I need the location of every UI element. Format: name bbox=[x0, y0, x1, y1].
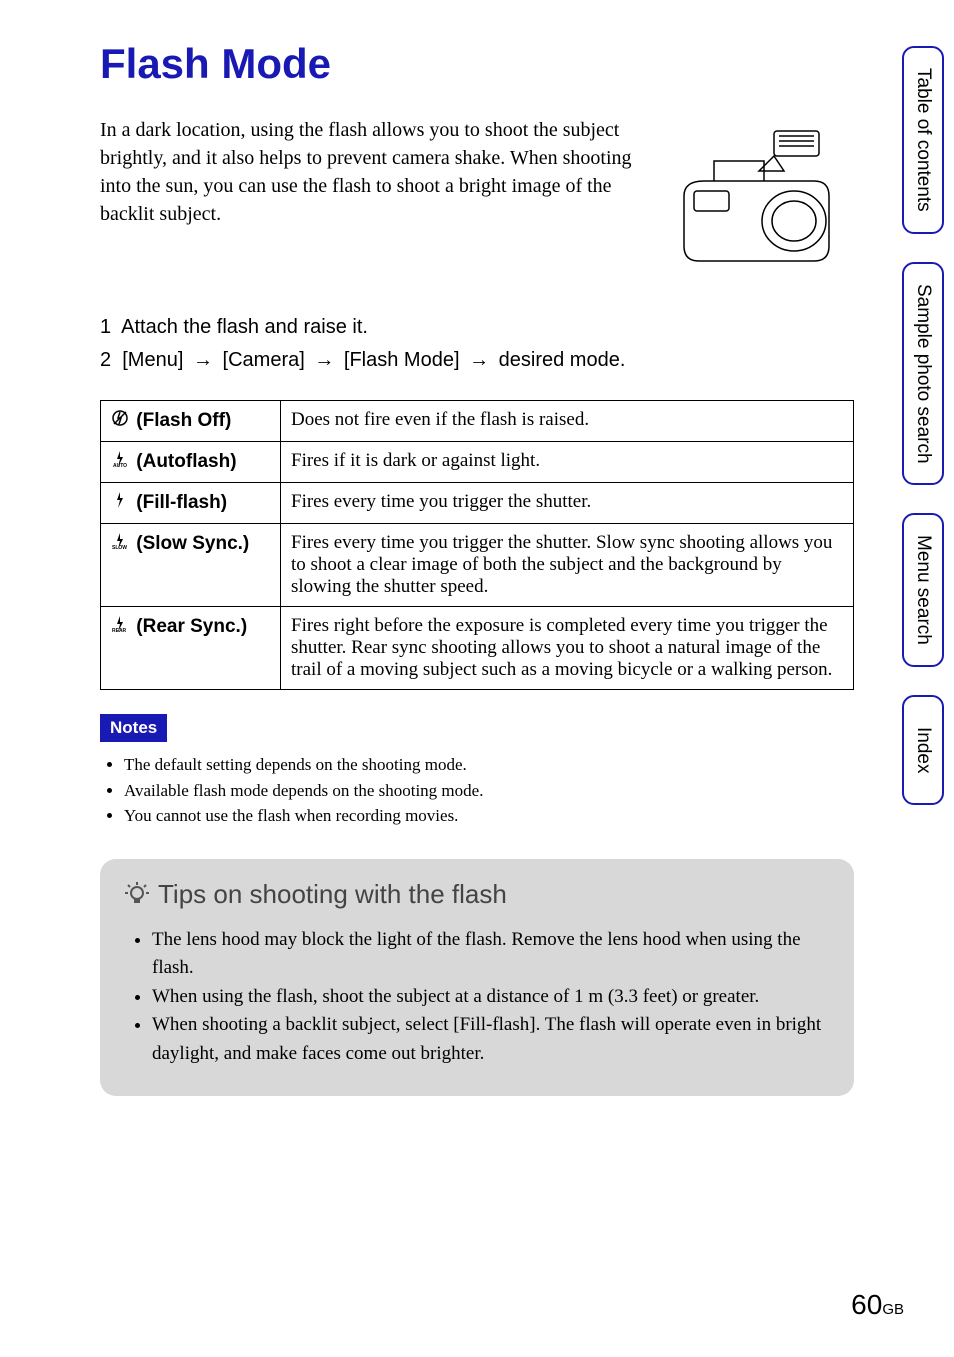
page-number-suffix: GB bbox=[882, 1301, 904, 1318]
mode-label: (Slow Sync.) bbox=[136, 533, 249, 554]
list-item: When shooting a backlit subject, select … bbox=[152, 1011, 830, 1068]
tips-box: Tips on shooting with the flash The lens… bbox=[100, 859, 854, 1097]
modes-table: (Flash Off) Does not fire even if the fl… bbox=[100, 400, 854, 690]
mode-desc: Fires every time you trigger the shutter… bbox=[281, 524, 854, 607]
tips-title-text: Tips on shooting with the flash bbox=[158, 879, 507, 910]
tab-index[interactable]: Index bbox=[902, 695, 944, 805]
menu-path-part: [Camera] bbox=[223, 349, 305, 371]
step-number: 2 bbox=[100, 349, 111, 371]
mode-desc: Fires every time you trigger the shutter… bbox=[281, 483, 854, 524]
notes-list: The default setting depends on the shoot… bbox=[124, 752, 854, 829]
tab-table-of-contents[interactable]: Table of contents bbox=[902, 46, 944, 234]
arrow-icon: → bbox=[193, 349, 213, 372]
menu-path-part: [Menu] bbox=[122, 349, 183, 371]
tab-sample-photo-search[interactable]: Sample photo search bbox=[902, 262, 944, 486]
table-row: REAR (Rear Sync.) Fires right before the… bbox=[101, 607, 854, 690]
list-item: You cannot use the flash when recording … bbox=[124, 803, 854, 829]
bulb-icon bbox=[124, 881, 150, 907]
menu-path-part: desired mode. bbox=[499, 349, 626, 371]
page-title: Flash Mode bbox=[100, 40, 854, 88]
arrow-icon: → bbox=[469, 349, 489, 372]
page-number-value: 60 bbox=[851, 1289, 882, 1320]
fill-flash-icon bbox=[111, 491, 129, 515]
list-item: The default setting depends on the shoot… bbox=[124, 752, 854, 778]
page-number: 60GB bbox=[851, 1289, 904, 1321]
camera-illustration bbox=[654, 116, 854, 276]
mode-desc: Does not fire even if the flash is raise… bbox=[281, 401, 854, 442]
intro-paragraph: In a dark location, using the flash allo… bbox=[100, 116, 634, 276]
list-item: The lens hood may block the light of the… bbox=[152, 926, 830, 983]
mode-desc: Fires if it is dark or against light. bbox=[281, 442, 854, 483]
svg-text:SLOW: SLOW bbox=[112, 545, 127, 550]
menu-path-part: [Flash Mode] bbox=[344, 349, 460, 371]
autoflash-icon: AUTO bbox=[111, 450, 129, 474]
tips-list: The lens hood may block the light of the… bbox=[152, 926, 830, 1069]
svg-text:REAR: REAR bbox=[112, 628, 127, 633]
flash-off-icon bbox=[111, 409, 129, 433]
table-row: SLOW (Slow Sync.) Fires every time you t… bbox=[101, 524, 854, 607]
tab-menu-search[interactable]: Menu search bbox=[902, 513, 944, 667]
mode-label: (Autoflash) bbox=[136, 451, 236, 472]
step-number: 1 bbox=[100, 316, 111, 338]
rear-sync-icon: REAR bbox=[111, 615, 129, 639]
table-row: (Fill-flash) Fires every time you trigge… bbox=[101, 483, 854, 524]
mode-label: (Fill-flash) bbox=[136, 492, 227, 513]
table-row: (Flash Off) Does not fire even if the fl… bbox=[101, 401, 854, 442]
mode-label: (Rear Sync.) bbox=[136, 616, 247, 637]
table-row: AUTO (Autoflash) Fires if it is dark or … bbox=[101, 442, 854, 483]
notes-badge: Notes bbox=[100, 714, 167, 742]
mode-label: (Flash Off) bbox=[136, 410, 231, 431]
slow-sync-icon: SLOW bbox=[111, 532, 129, 556]
arrow-icon: → bbox=[314, 349, 334, 372]
steps-block: 1 Attach the flash and raise it. 2 [Menu… bbox=[100, 316, 854, 372]
step-text: Attach the flash and raise it. bbox=[121, 316, 368, 338]
svg-text:AUTO: AUTO bbox=[113, 463, 127, 468]
list-item: Available flash mode depends on the shoo… bbox=[124, 778, 854, 804]
list-item: When using the flash, shoot the subject … bbox=[152, 983, 830, 1012]
mode-desc: Fires right before the exposure is compl… bbox=[281, 607, 854, 690]
